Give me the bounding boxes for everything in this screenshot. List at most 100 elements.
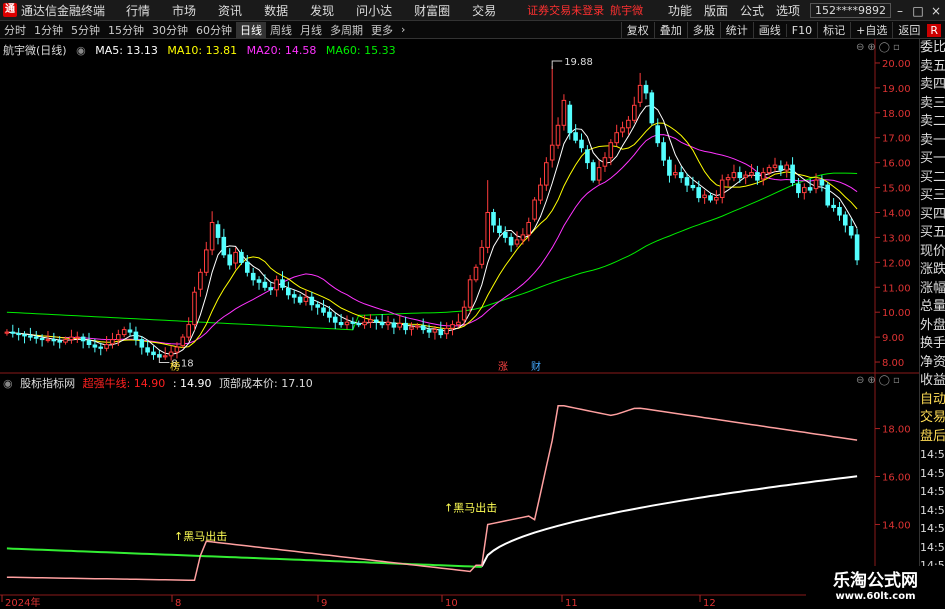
candle — [626, 119, 631, 129]
candle — [420, 325, 426, 331]
kline-chart[interactable]: 8.00 9.00 10.00 11.00 12.00 13.00 14.00 15.00 16… — [0, 39, 919, 609]
candle — [426, 329, 432, 333]
period-60min[interactable]: 60分钟 — [192, 22, 236, 38]
tool-adjust[interactable]: 复权 — [620, 22, 654, 38]
menu-news[interactable]: 资讯 — [207, 2, 253, 19]
period-daily[interactable]: 日线 — [236, 21, 266, 38]
menu-options[interactable]: 选项 — [770, 2, 806, 19]
menu-layout[interactable]: 版面 — [698, 2, 734, 19]
panel-controls[interactable]: ⊖⊕◯▫ — [856, 42, 903, 53]
settings-icon[interactable]: ◉ — [3, 377, 13, 390]
x-tick-label: 2024年 — [5, 596, 40, 609]
candle — [456, 321, 461, 326]
menu-discover[interactable]: 发现 — [299, 2, 345, 19]
candle — [819, 179, 825, 186]
menu-formula[interactable]: 公式 — [734, 2, 770, 19]
candle — [590, 162, 596, 181]
candle — [133, 331, 139, 341]
side-panel-item: 卖二 — [920, 114, 945, 129]
candle — [450, 324, 455, 329]
tool-f10[interactable]: F10 — [785, 23, 817, 37]
y-tick-label: 10.00 — [882, 308, 911, 319]
x-tick-label: 10 — [445, 598, 458, 609]
chevron-right-icon[interactable]: › — [397, 23, 409, 36]
side-panel-item: 卖四 — [920, 77, 945, 92]
candle — [368, 319, 373, 323]
candle — [784, 164, 790, 171]
minimize-icon[interactable]: – — [891, 4, 909, 18]
tool-multi-stock[interactable]: 多股 — [686, 22, 720, 38]
period-5min[interactable]: 5分钟 — [67, 22, 104, 38]
candle — [215, 224, 221, 238]
side-panel-item: 14:56 — [920, 466, 945, 480]
period-15min[interactable]: 15分钟 — [104, 22, 148, 38]
white-line-label: : 14.90 — [172, 377, 212, 390]
period-30min[interactable]: 30分钟 — [148, 22, 192, 38]
period-1min[interactable]: 1分钟 — [30, 22, 67, 38]
side-panel-item: 14:56 — [920, 485, 945, 498]
candle — [696, 187, 702, 199]
period-weekly[interactable]: 周线 — [266, 22, 296, 38]
y-tick-label: 18.00 — [882, 109, 911, 120]
ma20-label: MA20: 14.58 — [246, 44, 317, 57]
menu-market[interactable]: 市场 — [161, 2, 207, 19]
period-multi[interactable]: 多周期 — [326, 22, 367, 38]
settings-icon[interactable]: ◉ — [76, 44, 86, 57]
tool-draw[interactable]: 画线 — [752, 22, 786, 38]
user-account[interactable]: 152****9892 — [810, 3, 891, 18]
candle — [684, 177, 690, 186]
candle — [274, 279, 279, 291]
signal-label: ↑黑马出击 — [444, 500, 497, 514]
indicator-panel-controls[interactable]: ⊖⊕◯▫ — [856, 375, 903, 386]
tool-overlay[interactable]: 叠加 — [653, 22, 687, 38]
side-panel-item: 交易 — [920, 410, 945, 425]
login-warning[interactable]: 证券交易未登录 — [527, 2, 604, 18]
candle — [286, 287, 291, 296]
x-tick-label: 8 — [175, 598, 181, 609]
maximize-icon[interactable]: □ — [909, 4, 927, 18]
side-panel-item: 涨幅 — [920, 280, 945, 296]
menu-wealth[interactable]: 财富圈 — [403, 2, 461, 19]
candle — [110, 339, 115, 345]
candle — [268, 287, 273, 291]
candle — [69, 336, 74, 341]
y-tick-label: 20.00 — [882, 59, 911, 70]
tool-statistics[interactable]: 统计 — [719, 22, 753, 38]
tool-add-watchlist[interactable]: +自选 — [850, 22, 892, 38]
menu-bar: 通 通达信金融终端 行情 市场 资讯 数据 发现 问小达 财富圈 交易 证券交易… — [0, 0, 945, 21]
candle — [262, 281, 268, 288]
candle — [813, 179, 819, 190]
app-title: 通达信金融终端 — [21, 3, 106, 18]
menu-function[interactable]: 功能 — [662, 2, 698, 19]
candle — [848, 226, 854, 236]
candle — [807, 187, 813, 191]
r-badge[interactable]: R — [927, 23, 941, 37]
chart-tools: 复权 叠加 多股 统计 画线 F10 标记 +自选 返回 R — [620, 21, 941, 39]
menu-trade[interactable]: 交易 — [461, 2, 507, 19]
y-tick-label: 17.00 — [882, 134, 911, 145]
menu-ask[interactable]: 问小达 — [345, 2, 403, 19]
candle — [168, 351, 174, 357]
tool-back[interactable]: 返回 — [892, 22, 925, 38]
candle — [673, 172, 678, 176]
candle — [321, 307, 326, 313]
close-icon[interactable]: × — [927, 4, 945, 18]
candle — [309, 296, 315, 306]
candle — [291, 294, 297, 298]
candle — [356, 323, 361, 326]
menu-market-quotes[interactable]: 行情 — [115, 2, 161, 19]
candle — [520, 234, 526, 241]
period-intraday[interactable]: 分时 — [0, 22, 30, 38]
tool-mark[interactable]: 标记 — [817, 22, 850, 38]
candle — [678, 172, 684, 179]
candle — [98, 346, 104, 349]
side-panel-item: 买四 — [920, 206, 945, 222]
candle — [649, 92, 655, 124]
menu-data[interactable]: 数据 — [253, 2, 299, 19]
period-more[interactable]: 更多 — [367, 22, 397, 38]
high-marker-label: 19.88 — [564, 57, 593, 68]
candle — [204, 249, 209, 273]
candle — [725, 177, 731, 181]
period-monthly[interactable]: 月线 — [296, 22, 326, 38]
candle — [57, 340, 63, 343]
